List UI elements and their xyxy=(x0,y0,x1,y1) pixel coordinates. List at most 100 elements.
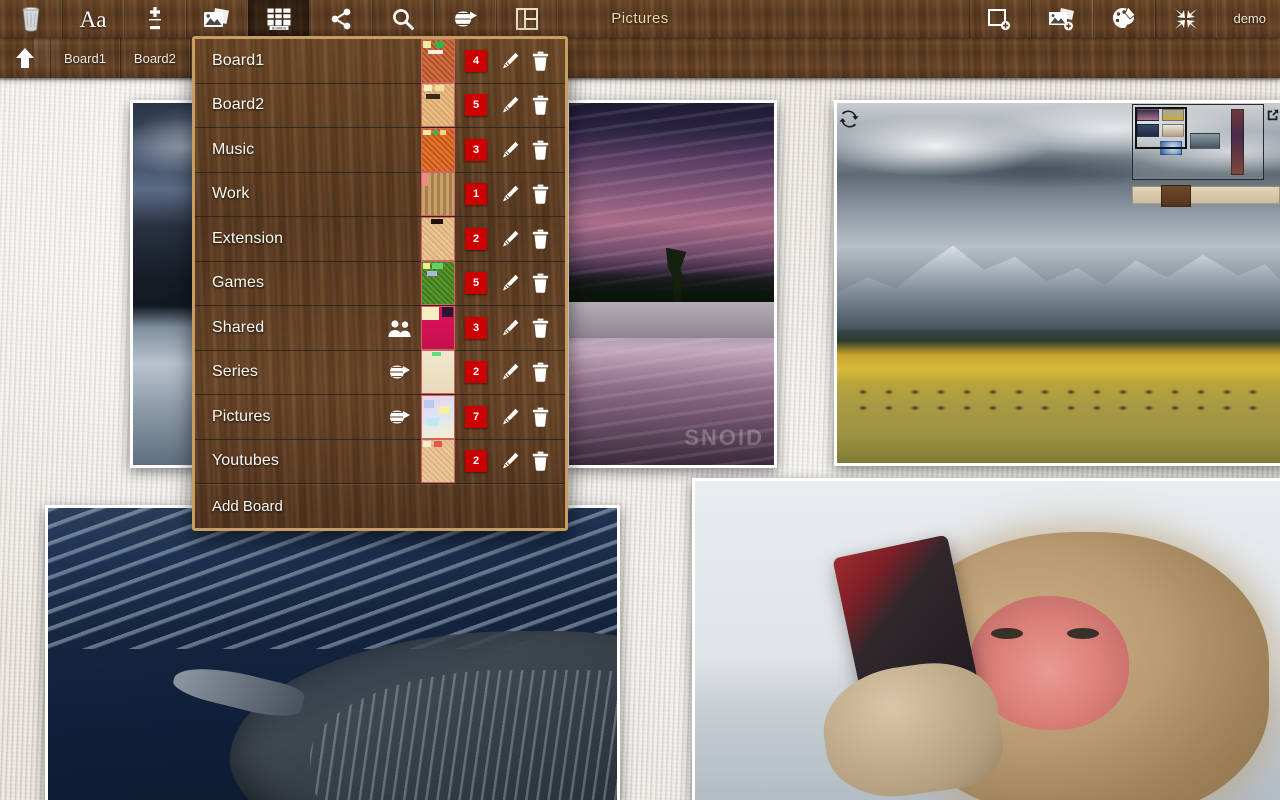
board-item-count: 1 xyxy=(465,183,487,205)
board-item-count: 3 xyxy=(465,139,487,161)
navigator-viewport[interactable] xyxy=(1135,107,1187,149)
images-icon[interactable] xyxy=(186,0,248,38)
globe-publish-icon[interactable] xyxy=(434,0,496,38)
trash-icon[interactable] xyxy=(529,271,551,295)
fullscreen-collapse-icon[interactable] xyxy=(1155,0,1217,38)
board-thumbnail xyxy=(421,172,455,216)
tab-board2[interactable]: Board2 xyxy=(120,38,190,78)
monkey-eye-left xyxy=(991,628,1023,639)
pen-edit-icon[interactable] xyxy=(499,182,521,206)
board-list-item[interactable]: Games 5 xyxy=(195,262,565,307)
board-item-count: 5 xyxy=(465,94,487,116)
trash-icon[interactable] xyxy=(529,138,551,162)
pen-edit-icon[interactable] xyxy=(499,138,521,162)
mountain-peaks xyxy=(837,236,1280,330)
trash-icon[interactable] xyxy=(529,182,551,206)
board-item-count: 4 xyxy=(465,50,487,72)
board-thumbnail xyxy=(421,306,455,350)
globe-publish-icon xyxy=(383,361,417,383)
board-thumbnail xyxy=(421,261,455,305)
monkey-eye-right xyxy=(1067,628,1099,639)
minimap-thumb xyxy=(1231,109,1244,175)
pen-edit-icon[interactable] xyxy=(499,405,521,429)
app-root: SNOID xyxy=(0,0,1280,800)
purple-sunset-lake-photo-image: SNOID xyxy=(569,103,774,465)
board-thumbnail xyxy=(421,83,455,127)
board-list-item[interactable]: Shared 3 xyxy=(195,306,565,351)
trash-icon[interactable] xyxy=(529,49,551,73)
refresh-icon[interactable] xyxy=(838,108,860,130)
pen-edit-icon[interactable] xyxy=(499,271,521,295)
board-list-item[interactable]: Work 1 xyxy=(195,173,565,218)
zoom-slider-handle[interactable] xyxy=(1161,185,1191,207)
board-list-item[interactable]: Board1 4 xyxy=(195,39,565,84)
user-label[interactable]: demo xyxy=(1217,0,1280,38)
monkey-hand xyxy=(816,654,1008,800)
zoom-plus-minus-icon[interactable] xyxy=(124,0,186,38)
pen-edit-icon[interactable] xyxy=(499,227,521,251)
board-item-count: 2 xyxy=(465,361,487,383)
board-name: Work xyxy=(212,185,383,203)
board-name: Board1 xyxy=(212,52,383,70)
trash-icon[interactable] xyxy=(529,227,551,251)
text-style-label: Aa xyxy=(80,8,107,31)
color-palette-icon[interactable] xyxy=(1093,0,1155,38)
zoom-slider[interactable] xyxy=(1132,186,1280,204)
pen-edit-icon[interactable] xyxy=(499,93,521,117)
trash-icon[interactable] xyxy=(529,93,551,117)
board-list-item[interactable]: Series 2 xyxy=(195,351,565,396)
board-thumbnail xyxy=(421,439,455,483)
navigator-frame[interactable] xyxy=(1132,104,1264,180)
svg-text:BOARDS: BOARDS xyxy=(272,26,287,30)
trash-icon[interactable] xyxy=(529,449,551,473)
add-image-icon[interactable] xyxy=(1031,0,1093,38)
board-thumbnail xyxy=(421,217,455,261)
humpback-whale-photo[interactable] xyxy=(45,505,620,800)
add-note-icon[interactable] xyxy=(969,0,1031,38)
board-list-item[interactable]: Extension 2 xyxy=(195,217,565,262)
text-style-icon[interactable]: Aa xyxy=(62,0,124,38)
board-thumbnail xyxy=(421,128,455,172)
board-list-dropdown[interactable]: Board1 4 Board2 5 xyxy=(192,36,568,531)
board-name: Pictures xyxy=(212,408,383,426)
minimap-thumb xyxy=(1190,133,1220,149)
trash-icon[interactable] xyxy=(529,316,551,340)
layout-icon[interactable] xyxy=(496,0,558,38)
tab-label: Board1 xyxy=(64,51,106,66)
trash-icon[interactable] xyxy=(529,360,551,384)
snow-monkey-phone-photo-image xyxy=(695,481,1280,800)
board-thumbnail xyxy=(421,350,455,394)
purple-sunset-lake-photo[interactable]: SNOID xyxy=(566,100,777,468)
granite-shore xyxy=(569,302,774,338)
pen-edit-icon[interactable] xyxy=(499,449,521,473)
board-list-item[interactable]: Board2 5 xyxy=(195,84,565,129)
add-board-button[interactable]: Add Board xyxy=(195,484,565,528)
trash-icon[interactable] xyxy=(0,0,62,38)
search-icon[interactable] xyxy=(372,0,434,38)
board-list-item[interactable]: Music 3 xyxy=(195,128,565,173)
tab-label: Board2 xyxy=(134,51,176,66)
board-name: Series xyxy=(212,363,383,381)
board-name: Music xyxy=(212,141,383,159)
boards-grid-icon[interactable]: BOARDS xyxy=(248,0,310,38)
pen-edit-icon[interactable] xyxy=(499,316,521,340)
board-navigator[interactable] xyxy=(1132,104,1280,214)
tab-board1[interactable]: Board1 xyxy=(50,38,120,78)
board-item-count: 2 xyxy=(465,450,487,472)
board-list-item[interactable]: Pictures 7 xyxy=(195,395,565,440)
shared-people-icon xyxy=(383,318,417,338)
board-name: Extension xyxy=(212,230,383,248)
expand-external-icon[interactable] xyxy=(1266,108,1280,122)
board-name: Games xyxy=(212,274,383,292)
pen-edit-icon[interactable] xyxy=(499,49,521,73)
trash-icon[interactable] xyxy=(529,405,551,429)
snow-monkey-phone-photo[interactable] xyxy=(692,478,1280,800)
humpback-whale-photo-image xyxy=(48,508,617,800)
pen-edit-icon[interactable] xyxy=(499,360,521,384)
home-up-arrow-icon[interactable] xyxy=(0,38,50,78)
bison-herd xyxy=(850,384,1269,420)
share-icon[interactable] xyxy=(310,0,372,38)
board-item-count: 2 xyxy=(465,228,487,250)
board-item-count: 7 xyxy=(465,406,487,428)
board-list-item[interactable]: Youtubes 2 xyxy=(195,440,565,485)
